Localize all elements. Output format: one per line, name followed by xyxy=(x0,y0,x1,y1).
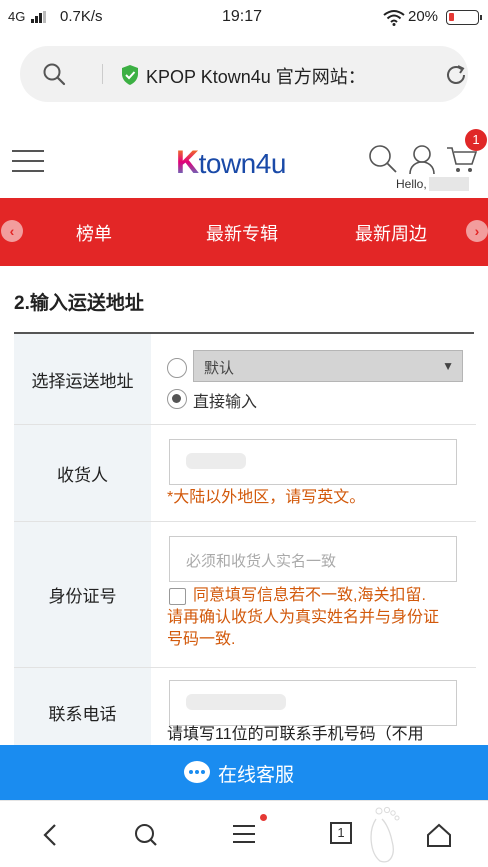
site-header: Ktown4u Hello, xyxy=(0,118,488,198)
wifi-icon xyxy=(383,10,405,26)
shipping-address-form: 选择运送地址 默认 ▼ 直接输入 收货人 *大陆以外地区，请写英文。 身份证号 … xyxy=(14,334,476,758)
menu-lines-icon[interactable] xyxy=(232,823,256,845)
footprint-watermark-icon xyxy=(370,806,400,863)
id-consent-line3: 号码一致. xyxy=(167,631,236,648)
battery-percent: 20% xyxy=(408,8,439,25)
id-consent-checkbox[interactable] xyxy=(169,588,186,605)
nav-item-chart[interactable]: 榜单 xyxy=(76,220,112,246)
online-support-label: 在线客服 xyxy=(218,765,295,786)
phone-label: 联系电话 xyxy=(14,668,151,757)
signal-icon xyxy=(30,11,46,23)
address-divider xyxy=(102,64,103,84)
search-icon[interactable] xyxy=(42,62,66,86)
category-nav: ‹ 榜单 最新专辑 最新周边 › xyxy=(0,198,488,266)
dropdown-arrow-icon: ▼ xyxy=(442,359,454,373)
recipient-label: 收货人 xyxy=(14,425,151,521)
recipient-input[interactable] xyxy=(169,439,457,485)
cart-count-badge: 1 xyxy=(465,129,487,151)
home-icon[interactable] xyxy=(426,823,452,847)
id-number-input[interactable]: 必须和收货人实名一致 xyxy=(169,536,457,582)
address-dropdown[interactable]: 默认 ▼ xyxy=(193,350,463,382)
address-select-row: 选择运送地址 默认 ▼ 直接输入 xyxy=(14,334,476,425)
secure-shield-icon xyxy=(122,65,138,85)
network-speed: 0.7K/s xyxy=(60,8,103,25)
logo-text: town4u xyxy=(198,148,287,179)
network-indicator: 4G xyxy=(8,9,47,24)
user-greeting: Hello, xyxy=(396,177,469,191)
status-bar: 4G 0.7K/s 19:17 20% xyxy=(0,0,488,36)
nav-item-new-albums[interactable]: 最新专辑 xyxy=(206,220,278,246)
address-label: 选择运送地址 xyxy=(14,334,151,424)
back-icon[interactable] xyxy=(40,823,60,847)
phone-help: 请填写11位的可联系手机号码（不用 xyxy=(167,726,424,743)
user-icon[interactable] xyxy=(408,144,436,176)
clock: 19:17 xyxy=(222,8,263,25)
reload-icon[interactable] xyxy=(444,63,468,87)
address-direct-radio[interactable] xyxy=(167,389,187,409)
id-consent-line2: 请再确认收货人为真实姓名并与身份证 xyxy=(167,609,440,626)
menu-icon[interactable] xyxy=(12,150,44,172)
nav-prev-arrow-icon[interactable]: ‹ xyxy=(1,220,23,242)
address-default-radio[interactable] xyxy=(167,358,187,378)
site-logo[interactable]: Ktown4u xyxy=(176,144,286,181)
browser-bottom-nav xyxy=(0,800,488,867)
recipient-row: 收货人 *大陆以外地区，请写英文。 xyxy=(14,425,476,522)
nav-item-new-merch[interactable]: 最新周边 xyxy=(355,220,427,246)
recipient-note: *大陆以外地区，请写英文。 xyxy=(167,489,366,506)
chat-bubble-icon xyxy=(184,761,210,783)
nav-next-arrow-icon[interactable]: › xyxy=(466,220,488,242)
online-support-bar[interactable]: 在线客服 xyxy=(0,745,488,800)
logo-k: K xyxy=(176,144,199,180)
id-number-label: 身份证号 xyxy=(14,522,151,667)
id-consent-line1: 同意填写信息若不一致,海关扣留. xyxy=(193,587,426,604)
address-bar[interactable]: KPOP Ktown4u 官方网站： xyxy=(20,46,468,102)
notification-dot xyxy=(260,814,267,821)
battery-icon xyxy=(446,10,482,25)
site-search-icon[interactable] xyxy=(368,144,398,174)
id-number-row: 身份证号 必须和收货人实名一致 同意填写信息若不一致,海关扣留. 请再确认收货人… xyxy=(14,522,476,668)
page-title[interactable]: KPOP Ktown4u 官方网站： xyxy=(146,63,366,89)
section-title: 2.输入运送地址 xyxy=(14,293,144,314)
address-direct-label: 直接输入 xyxy=(193,394,258,411)
bottom-search-icon[interactable] xyxy=(134,823,158,847)
tab-count-icon[interactable]: 1 xyxy=(330,822,352,844)
